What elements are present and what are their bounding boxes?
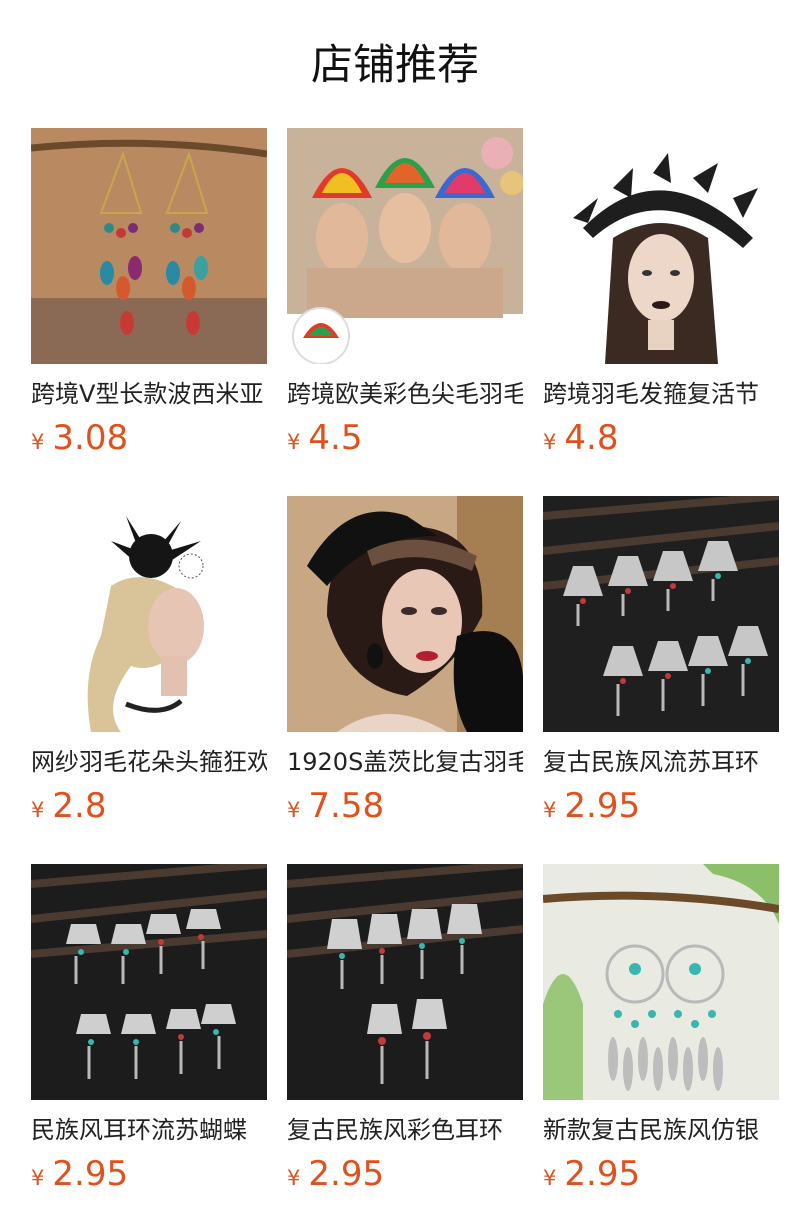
product-image[interactable] <box>287 496 523 732</box>
currency-symbol: ¥ <box>287 1166 301 1190</box>
product-image[interactable] <box>543 864 779 1100</box>
price-value: 7.58 <box>308 786 385 826</box>
product-name[interactable]: 跨境羽毛发箍复活节 <box>543 377 779 411</box>
product-image[interactable] <box>287 128 523 364</box>
price-value: 3.08 <box>52 418 129 458</box>
currency-symbol: ¥ <box>543 1166 557 1190</box>
price-value: 4.5 <box>308 418 363 458</box>
currency-symbol: ¥ <box>287 798 301 822</box>
section-title: 店铺推荐 <box>310 40 479 89</box>
product-image[interactable] <box>31 496 267 732</box>
price-value: 4.8 <box>564 418 619 458</box>
product-image[interactable] <box>543 496 779 732</box>
product-price: ¥2.95 <box>287 1154 384 1200</box>
product-price: ¥2.95 <box>543 1154 640 1200</box>
currency-symbol: ¥ <box>543 798 557 822</box>
product-name[interactable]: 跨境欧美彩色尖毛羽毛 <box>287 377 523 411</box>
product-image[interactable] <box>31 128 267 364</box>
product-name[interactable]: 新款复古民族风仿银 <box>543 1113 779 1147</box>
price-value: 2.8 <box>52 786 107 826</box>
currency-symbol: ¥ <box>31 798 45 822</box>
product-name[interactable]: 跨境V型长款波西米亚 <box>31 377 267 411</box>
price-value: 2.95 <box>564 786 641 826</box>
currency-symbol: ¥ <box>287 430 301 454</box>
product-name[interactable]: 1920S盖茨比复古羽毛 <box>287 745 523 779</box>
product-name[interactable]: 复古民族风彩色耳环 <box>287 1113 523 1147</box>
product-image[interactable] <box>287 864 523 1100</box>
currency-symbol: ¥ <box>31 1166 45 1190</box>
product-price: ¥2.95 <box>31 1154 128 1200</box>
product-price: ¥7.58 <box>287 786 384 832</box>
product-name[interactable]: 复古民族风流苏耳环 <box>543 745 779 779</box>
product-image[interactable] <box>31 864 267 1100</box>
price-value: 2.95 <box>564 1154 641 1194</box>
currency-symbol: ¥ <box>31 430 45 454</box>
product-price: ¥3.08 <box>31 418 128 464</box>
product-image[interactable] <box>543 128 779 364</box>
product-price: ¥4.5 <box>287 418 362 464</box>
price-value: 2.95 <box>52 1154 129 1194</box>
product-name[interactable]: 网纱羽毛花朵头箍狂欢 <box>31 745 267 779</box>
product-price: ¥4.8 <box>543 418 618 464</box>
product-price: ¥2.95 <box>543 786 640 832</box>
currency-symbol: ¥ <box>543 430 557 454</box>
price-value: 2.95 <box>308 1154 385 1194</box>
product-name[interactable]: 民族风耳环流苏蝴蝶 <box>31 1113 267 1147</box>
product-price: ¥2.8 <box>31 786 106 832</box>
